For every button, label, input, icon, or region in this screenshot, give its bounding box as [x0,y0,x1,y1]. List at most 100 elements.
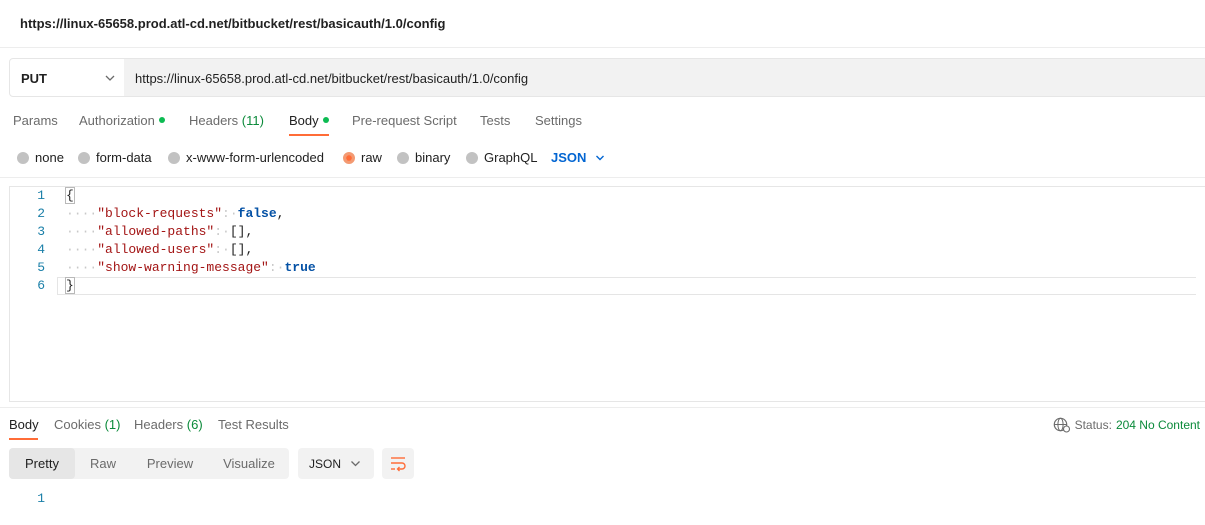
code-sep: :· [222,206,238,221]
url-input[interactable]: https://linux-65658.prod.atl-cd.net/bitb… [124,58,1205,97]
tab-body[interactable]: Body [289,113,329,128]
response-tab-test-results[interactable]: Test Results [218,417,289,432]
language-label: JSON [551,150,587,165]
chevron-down-icon [105,75,115,81]
tab-pre-request-script[interactable]: Pre-request Script [352,113,457,128]
radio-form-data-label: form-data [96,150,152,165]
line-number: 6 [37,278,45,293]
request-title[interactable]: https://linux-65658.prod.atl-cd.net/bitb… [20,16,445,31]
line-number: 1 [37,188,45,203]
code-line: 5 ····"show-warning-message":·true [9,259,1205,277]
request-title-bar: https://linux-65658.prod.atl-cd.net/bitb… [0,0,1205,48]
code-text[interactable]: ····"block-requests":·false, [66,205,284,223]
radio-urlencoded[interactable]: x-www-form-urlencoded [168,150,324,165]
tab-authorization-label: Authorization [79,113,155,128]
radio-raw[interactable]: raw [343,150,382,165]
code-value: true [284,260,316,275]
wrap-lines-button[interactable] [382,448,414,479]
response-tab-body[interactable]: Body [9,417,39,432]
code-punct: , [276,206,285,221]
code-text[interactable]: { [65,187,75,205]
radio-circle [168,151,180,164]
code-text[interactable]: ····"show-warning-message":·true [66,259,316,277]
radio-circle [466,151,478,164]
code-text[interactable]: ····"allowed-paths":·[], [66,223,253,241]
radio-none-label: none [35,150,64,165]
active-tab-indicator [9,438,38,440]
tab-authorization[interactable]: Authorization [79,113,165,128]
code-key: "block-requests" [97,206,223,221]
method-label: PUT [21,71,47,86]
radio-circle [17,151,29,164]
tab-params[interactable]: Params [13,113,58,128]
code-indent: ···· [66,224,98,239]
code-text[interactable]: } [65,277,75,295]
view-visualize-button[interactable]: Visualize [215,448,283,479]
url-row: PUT https://linux-65658.prod.atl-cd.net/… [9,58,1205,97]
response-format-select[interactable]: JSON [298,448,374,479]
radio-circle-selected [343,151,355,164]
radio-circle [78,151,90,164]
view-pretty-button[interactable]: Pretty [9,448,75,479]
radio-graphql[interactable]: GraphQL [466,150,537,165]
response-tab-cookies-count: (1) [104,417,121,432]
chevron-down-icon [351,461,360,467]
tab-tests[interactable]: Tests [480,113,510,128]
radio-form-data[interactable]: form-data [78,150,152,165]
tab-headers-count: (11) [241,113,264,128]
status-dot-icon [322,117,329,123]
url-text: https://linux-65658.prod.atl-cd.net/bitb… [135,71,529,86]
code-value: false [237,206,277,221]
code-punct: } [65,277,75,294]
response-tab-headers-count: (6) [186,417,203,432]
radio-circle [397,151,409,164]
tab-headers[interactable]: Headers (11) [189,113,264,128]
code-key: "allowed-paths" [97,224,215,239]
response-tab-cookies[interactable]: Cookies (1) [54,417,120,432]
response-tab-headers[interactable]: Headers (6) [134,417,203,432]
response-tabs: Body Cookies (1) Headers (6) Test Result… [0,414,1205,442]
method-select[interactable]: PUT [9,58,125,97]
response-format-label: JSON [309,457,342,471]
code-line: 6 } [9,277,1205,295]
language-select[interactable]: JSON [551,150,605,165]
response-status: Status: 204 No Content [1053,417,1200,433]
globe-icon[interactable] [1053,417,1071,433]
code-sep: :· [214,242,230,257]
code-indent: ···· [66,260,98,275]
radio-binary[interactable]: binary [397,150,450,165]
code-line: 3 ····"allowed-paths":·[], [9,223,1205,241]
code-punct: [], [229,224,254,239]
code-key: "allowed-users" [97,242,215,257]
chevron-down-icon [596,155,605,160]
active-tab-indicator [289,134,329,136]
line-number: 2 [37,206,45,221]
status-dot-icon [158,117,165,123]
line-number: 3 [37,224,45,239]
code-indent: ···· [66,206,98,221]
radio-urlencoded-label: x-www-form-urlencoded [186,150,324,165]
radio-raw-label: raw [361,150,382,165]
code-indent: ···· [66,242,98,257]
code-key: "show-warning-message" [97,260,269,275]
line-number: 4 [37,242,45,257]
tab-settings[interactable]: Settings [535,113,582,128]
radio-none[interactable]: none [17,150,64,165]
view-raw-button[interactable]: Raw [81,448,125,479]
wrap-lines-icon [391,457,406,472]
radio-binary-label: binary [415,150,451,165]
response-tab-cookies-label: Cookies [54,417,101,432]
tab-headers-label: Headers [189,113,239,128]
status-label: Status: [1074,418,1112,432]
code-line: 2 ····"block-requests":·false, [9,205,1205,223]
status-value: 204 No Content [1115,418,1200,432]
view-preview-button[interactable]: Preview [137,448,203,479]
line-number: 1 [37,491,45,506]
request-tabs: Params Authorization Headers (11) Body P… [0,110,1205,138]
code-sep: :· [214,224,230,239]
code-text[interactable]: ····"allowed-users":·[], [66,241,253,259]
line-number: 5 [37,260,45,275]
code-line: 1 { [9,187,1205,205]
tab-body-label: Body [289,113,319,128]
code-punct: [], [229,242,254,257]
